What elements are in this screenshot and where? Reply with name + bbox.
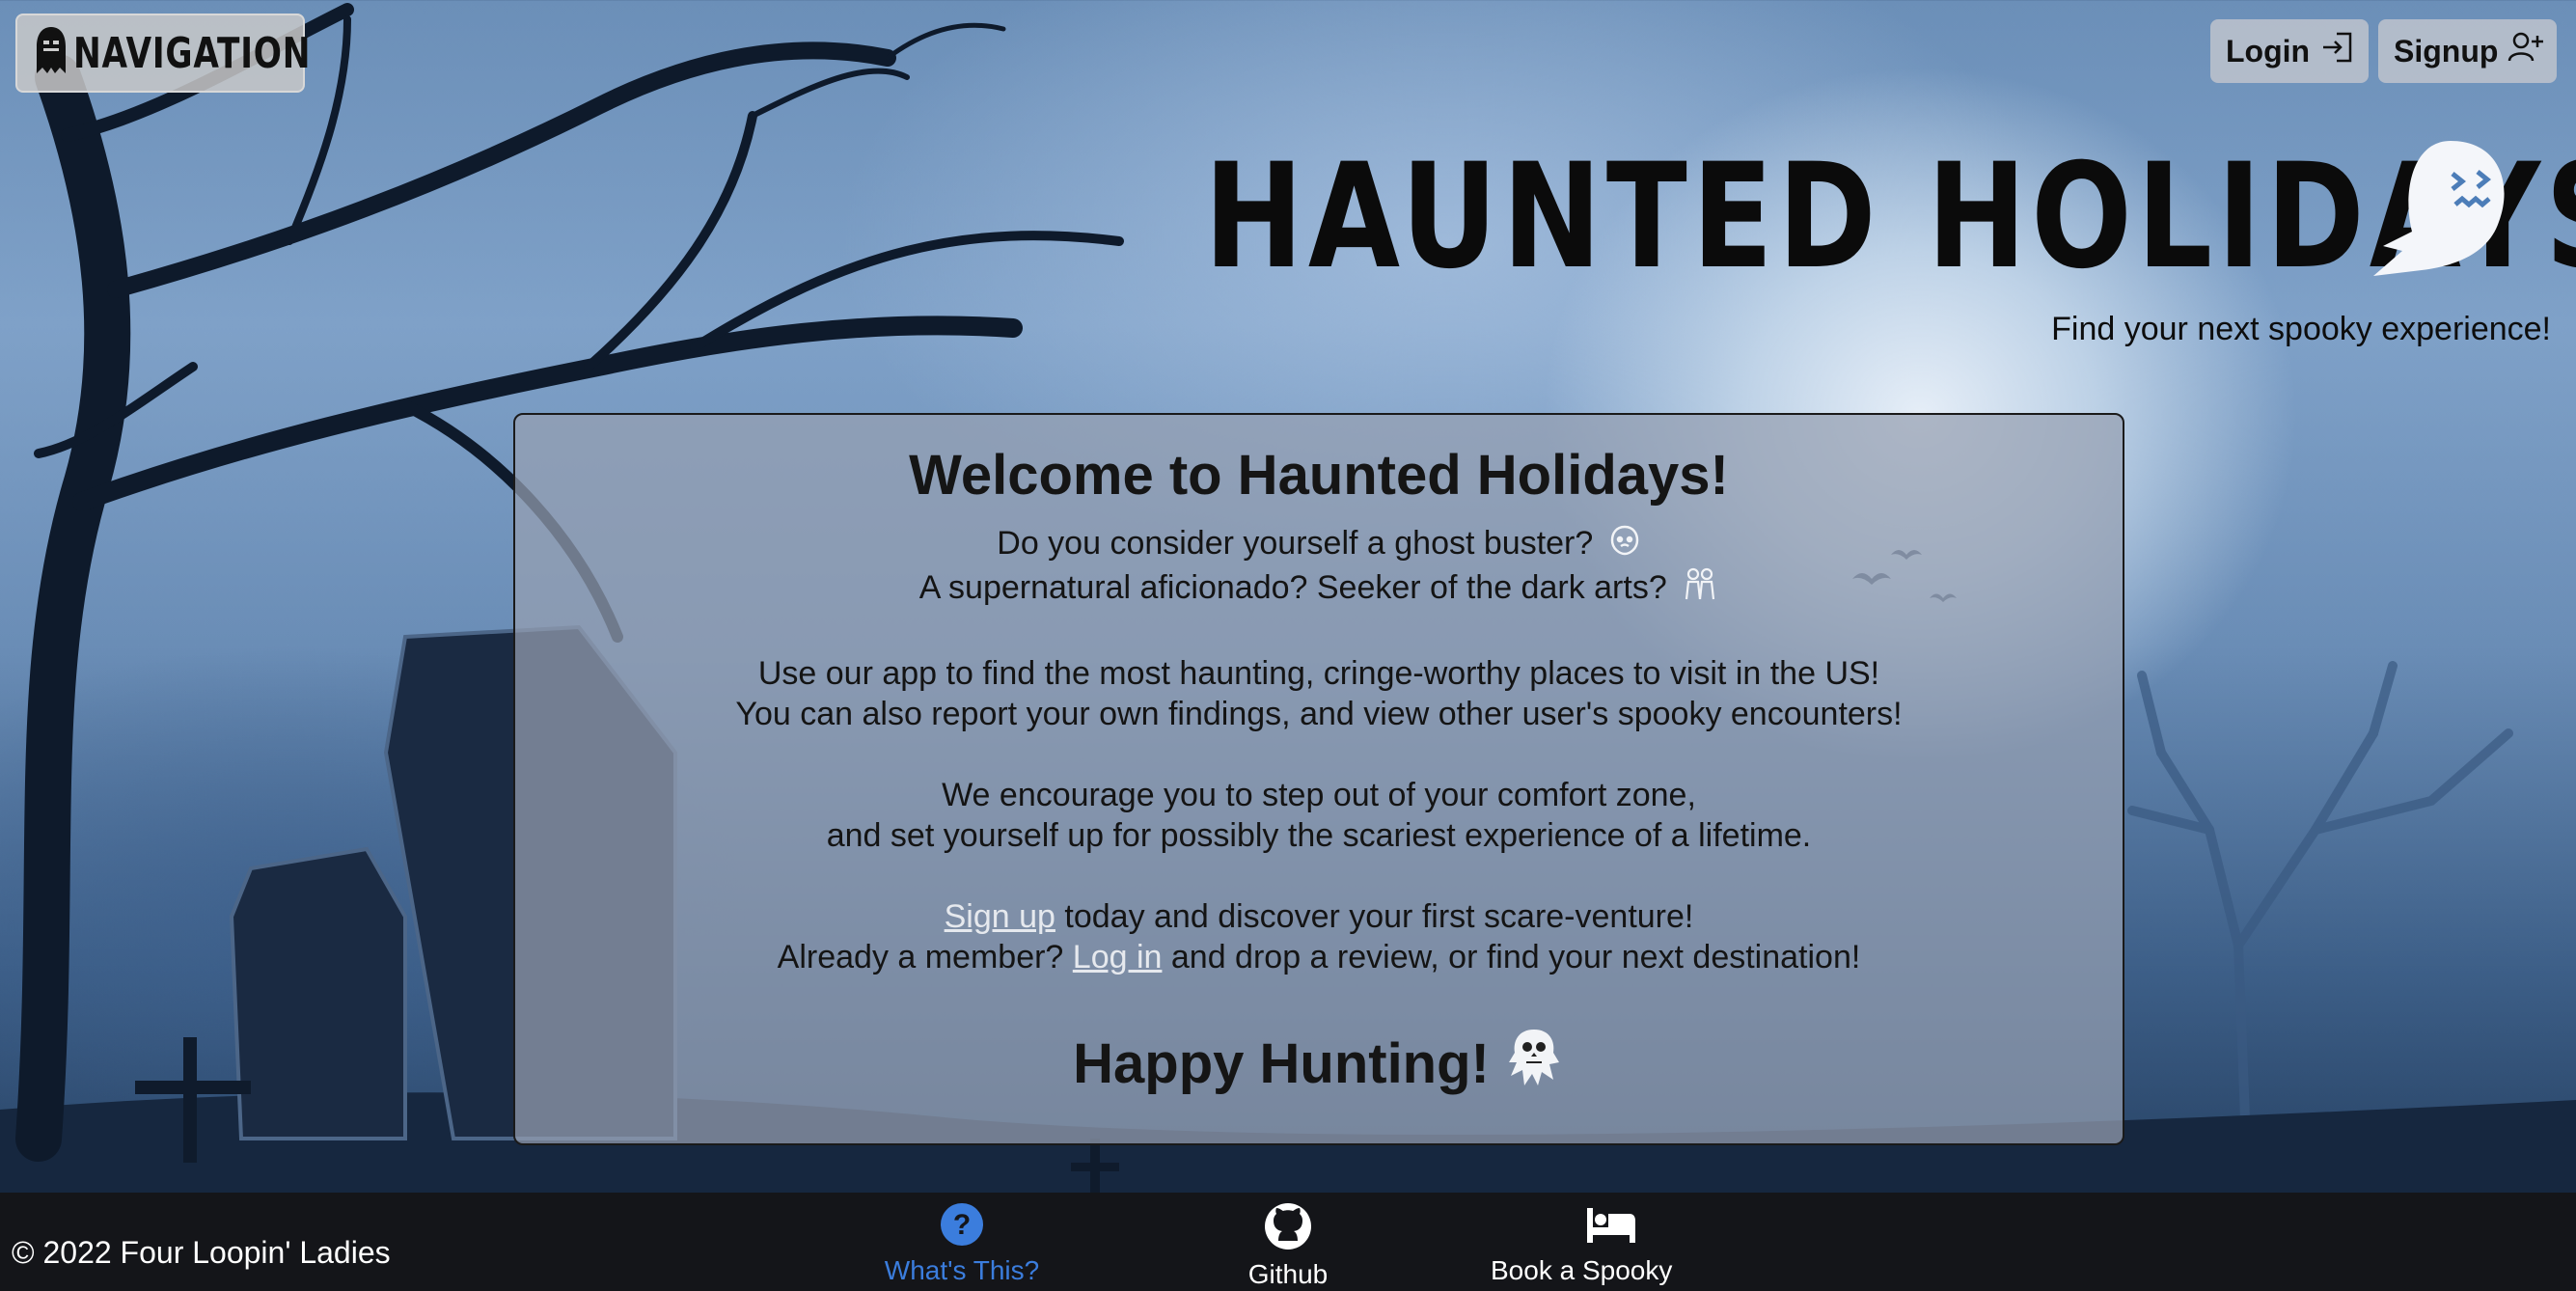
auth-buttons: Login Signup — [2210, 19, 2557, 83]
login-link[interactable]: Log in — [1073, 939, 1163, 975]
github-link[interactable]: Github — [1245, 1202, 1331, 1290]
signup-label: Signup — [2394, 33, 2499, 69]
intro-paragraph: Do you consider yourself a ghost buster?… — [515, 523, 2123, 613]
login-label: Login — [2226, 33, 2311, 69]
cta-text-2: Already a member? — [777, 938, 1073, 975]
copyright: © 2022 Four Loopin' Ladies — [12, 1235, 391, 1270]
skull-ghost-icon — [1503, 1026, 1565, 1103]
github-label: Github — [1247, 1259, 1329, 1289]
login-button[interactable]: Login — [2210, 19, 2369, 83]
encourage-line-2: and set yourself up for possibly the sca… — [826, 816, 1812, 854]
login-icon — [2319, 30, 2354, 72]
closing-text: Happy Hunting! — [1073, 1032, 1490, 1096]
cta-text-3: and drop a review, or find your next des… — [1162, 938, 1861, 975]
svg-text:?: ? — [953, 1209, 971, 1241]
whats-this-link[interactable]: ? What's This? — [874, 1202, 1050, 1286]
closing-heading: Happy Hunting! — [1073, 1026, 1565, 1103]
signup-button[interactable]: Signup — [2378, 19, 2557, 83]
cta-text-1: today and discover your first scare-vent… — [1055, 897, 1694, 935]
signup-link[interactable]: Sign up — [945, 898, 1055, 935]
footer: © 2022 Four Loopin' Ladies ? What's This… — [0, 1193, 2576, 1291]
person-add-icon — [2507, 30, 2546, 72]
github-icon — [1264, 1202, 1312, 1257]
cta-paragraph: Sign up today and discover your first sc… — [515, 896, 2123, 977]
navigation-button[interactable]: NAVIGATION — [15, 14, 310, 93]
ghost-icon — [2364, 135, 2518, 285]
intro-text-1: Do you consider yourself a ghost buster? — [997, 524, 1594, 562]
intro-text-2: A supernatural aficionado? Seeker of the… — [918, 568, 1667, 606]
bed-icon — [1585, 1202, 1637, 1253]
welcome-card: Welcome to Haunted Holidays! Do you cons… — [513, 413, 2124, 1145]
ghost-face-icon — [1608, 524, 1641, 566]
intro-line-2: A supernatural aficionado? Seeker of the… — [515, 566, 2123, 613]
encourage-line-1: We encourage you to step out of your com… — [942, 776, 1696, 813]
whats-this-label: What's This? — [884, 1255, 1040, 1285]
tagline: Find your next spooky experience! — [2051, 311, 2551, 347]
site-logo: HAUNTED HOLIDAYS — [1196, 135, 2576, 309]
ghost-icon — [35, 25, 68, 82]
app-paragraph: Use our app to find the most haunting, c… — [515, 653, 2123, 734]
app-line-2: You can also report your own findings, a… — [735, 695, 1903, 732]
navigation-label: NAVIGATION — [73, 28, 312, 78]
question-circle-icon: ? — [940, 1202, 984, 1253]
welcome-title: Welcome to Haunted Holidays! — [909, 444, 1729, 507]
app-line-1: Use our app to find the most haunting, c… — [757, 654, 1880, 692]
couple-icon — [1682, 566, 1718, 613]
intro-line-1: Do you consider yourself a ghost buster? — [515, 523, 2123, 566]
book-stay-label: Book a Spooky Stay — [1491, 1255, 1673, 1291]
book-stay-link[interactable]: Book a Spooky Stay — [1491, 1202, 1732, 1291]
cta-line-2: Already a member? Log in and drop a revi… — [515, 937, 2123, 977]
cta-line-1: Sign up today and discover your first sc… — [515, 896, 2123, 937]
encourage-paragraph: We encourage you to step out of your com… — [515, 775, 2123, 856]
